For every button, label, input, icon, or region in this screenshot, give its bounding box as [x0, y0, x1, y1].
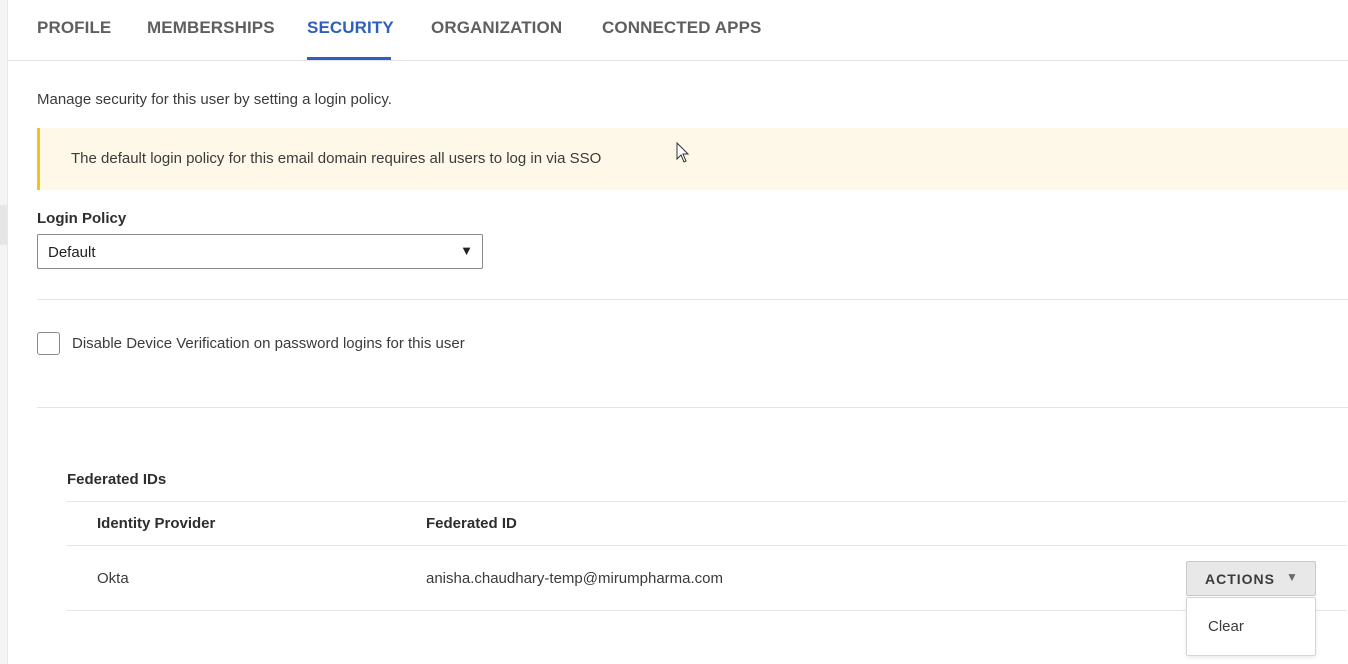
tab-organization[interactable]: ORGANIZATION [431, 0, 562, 57]
tab-profile[interactable]: PROFILE [37, 0, 111, 57]
mouse-pointer-icon [676, 142, 690, 163]
tab-bar: PROFILE MEMBERSHIPS SECURITY ORGANIZATIO… [8, 0, 1348, 61]
left-rail [0, 0, 8, 664]
banner-text: The default login policy for this email … [71, 150, 602, 167]
tab-connected-apps[interactable]: CONNECTED APPS [602, 0, 761, 57]
sso-info-banner: The default login policy for this email … [37, 128, 1348, 190]
menu-item-clear[interactable]: Clear [1208, 618, 1244, 635]
device-verification-label: Disable Device Verification on password … [72, 335, 465, 352]
table-top-border [67, 501, 1347, 502]
tab-memberships[interactable]: MEMBERSHIPS [147, 0, 275, 57]
actions-dropdown-menu: Clear [1186, 597, 1316, 656]
login-policy-label: Login Policy [37, 210, 127, 227]
caret-down-icon: ▼ [1286, 570, 1298, 584]
left-rail-notch [0, 205, 7, 245]
tab-security[interactable]: SECURITY [307, 0, 394, 60]
actions-label: ACTIONS [1205, 571, 1275, 587]
table-header-border [67, 545, 1347, 546]
divider [37, 407, 1348, 408]
login-policy-select[interactable]: Default ▼ [37, 234, 483, 269]
device-verification-checkbox[interactable] [37, 332, 60, 355]
divider [37, 299, 1348, 300]
cell-federated-id: anisha.chaudhary-temp@mirumpharma.com [426, 570, 724, 587]
actions-button[interactable]: ACTIONS ▼ [1186, 561, 1316, 596]
table-row-border [67, 610, 1347, 611]
caret-down-icon: ▼ [460, 243, 473, 258]
column-header-federated-id: Federated ID [426, 515, 517, 532]
column-header-identity-provider: Identity Provider [97, 515, 216, 532]
security-intro-text: Manage security for this user by setting… [37, 91, 392, 108]
federated-ids-title: Federated IDs [67, 471, 167, 488]
login-policy-value: Default [48, 244, 96, 261]
cell-identity-provider: Okta [97, 570, 129, 587]
